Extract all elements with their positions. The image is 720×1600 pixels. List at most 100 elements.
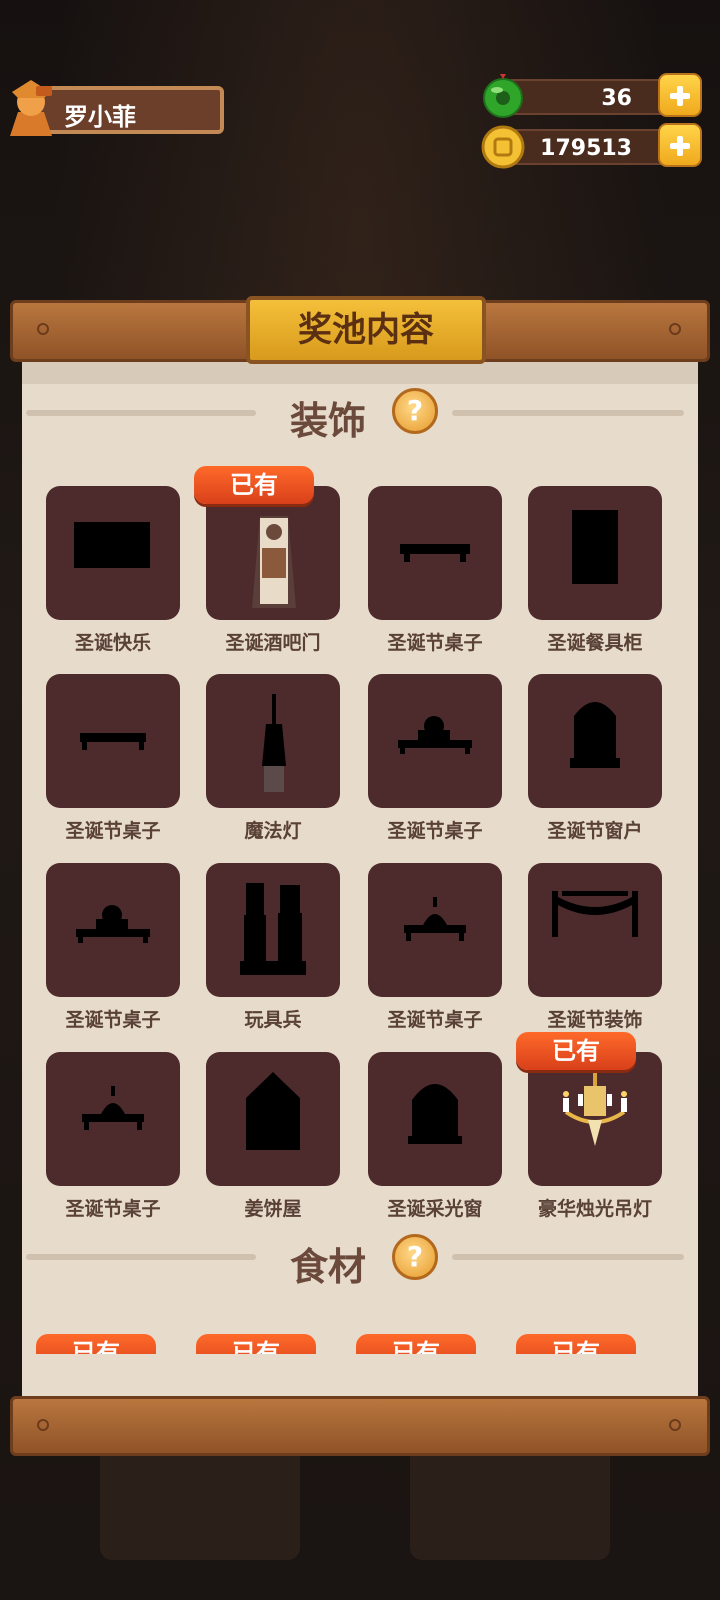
- item-label: 圣诞节桌子: [65, 820, 161, 842]
- divider: [452, 1254, 684, 1260]
- divider: [26, 410, 256, 416]
- item-tile: [46, 1052, 180, 1186]
- coin-value: 179513: [540, 136, 632, 161]
- item-tile: [206, 1052, 340, 1186]
- prize-item[interactable]: 圣诞餐具柜: [528, 486, 662, 656]
- section-title-decor: 装饰: [290, 399, 367, 443]
- item-tile: [46, 486, 180, 620]
- item-tile: [206, 674, 340, 808]
- item-label: 姜饼屋: [244, 1198, 302, 1220]
- item-label: 圣诞节装饰: [547, 1009, 643, 1031]
- toy-soldier-icon: [240, 883, 306, 975]
- item-label: 豪华烛光吊灯: [537, 1198, 652, 1220]
- prize-item[interactable]: 已有 豪华烛光吊灯: [516, 1032, 662, 1222]
- help-icon[interactable]: ?: [392, 1234, 438, 1280]
- nail-icon: [669, 1419, 681, 1431]
- item-tile: [528, 674, 662, 808]
- avatar[interactable]: [6, 78, 56, 136]
- prize-item[interactable]: 圣诞节桌子: [46, 863, 180, 1033]
- prize-item[interactable]: 圣诞采光窗: [368, 1052, 502, 1222]
- owned-badge: 已有: [516, 1032, 636, 1070]
- table-with-bell-icon: [404, 897, 466, 941]
- draw-ten-button-bg: [410, 1440, 610, 1560]
- item-tile: [46, 674, 180, 808]
- item-label: 圣诞酒吧门: [225, 632, 321, 654]
- prize-item[interactable]: 圣诞节桌子: [368, 486, 502, 656]
- owned-badge-text: 已有: [36, 1334, 156, 1354]
- chandelier-icon: [563, 1072, 627, 1146]
- gem-counter: 36: [480, 73, 702, 118]
- item-label: 圣诞节桌子: [65, 1198, 161, 1220]
- section-food-header: 食材 ?: [22, 1226, 698, 1289]
- prize-item[interactable]: 圣诞快乐: [46, 486, 180, 656]
- panel-bottom-board[interactable]: [10, 1396, 710, 1456]
- nail-icon: [37, 1419, 49, 1431]
- arched-window-icon: [408, 1084, 462, 1144]
- prize-item[interactable]: 圣诞节装饰: [528, 863, 662, 1033]
- sign-icon: [74, 522, 150, 568]
- owned-badge-partial: 已有: [36, 1334, 156, 1354]
- window-icon: [570, 702, 620, 768]
- prize-pool-panel[interactable]: 装饰 ? 圣诞快乐 已有 圣诞酒吧门 圣诞节桌子 圣诞餐具柜 圣诞节桌子 魔法灯…: [22, 360, 698, 1396]
- player-name: 罗小菲: [64, 103, 136, 131]
- table-icon: [400, 544, 470, 562]
- panel-title: 奖池内容: [298, 310, 434, 350]
- gem-bar: 36: [504, 79, 674, 115]
- section-decor-header: 装饰 ?: [22, 382, 698, 443]
- item-label: 圣诞节桌子: [65, 1009, 161, 1031]
- item-label: 魔法灯: [244, 820, 302, 842]
- item-label: 圣诞节窗户: [547, 820, 643, 842]
- prize-item[interactable]: 圣诞节桌子: [368, 674, 502, 844]
- prize-item[interactable]: 圣诞节窗户: [528, 674, 662, 844]
- magic-lamp-icon: [262, 694, 286, 792]
- nail-icon: [37, 323, 49, 335]
- gingerbread-house-icon: [246, 1072, 300, 1150]
- panel-title-plaque: 奖池内容: [246, 296, 486, 364]
- owned-badge-text: 已有: [196, 1334, 316, 1354]
- item-tile: [368, 486, 502, 620]
- item-label: 圣诞节桌子: [387, 1009, 483, 1031]
- add-gems-button[interactable]: [658, 73, 702, 117]
- prize-item[interactable]: 圣诞节桌子: [46, 674, 180, 844]
- section-title-food: 食材: [290, 1245, 367, 1289]
- table-with-bell-icon: [82, 1086, 144, 1130]
- owned-badge-text: 已有: [516, 1334, 636, 1354]
- jade-gem-icon: [483, 74, 523, 118]
- owned-badge-text: 已有: [356, 1334, 476, 1354]
- owned-badge: 已有: [194, 466, 314, 504]
- add-coins-button[interactable]: [658, 123, 702, 167]
- table-with-teapot-icon: [76, 905, 150, 943]
- nail-icon: [669, 323, 681, 335]
- item-label: 圣诞采光窗: [387, 1198, 483, 1220]
- prize-item[interactable]: 姜饼屋: [206, 1052, 340, 1222]
- divider: [452, 410, 684, 416]
- item-label: 圣诞快乐: [74, 632, 151, 654]
- item-tile: [528, 863, 662, 997]
- item-label: 圣诞节桌子: [387, 820, 483, 842]
- coin-counter: 179513: [480, 123, 702, 169]
- prize-item[interactable]: 圣诞节桌子: [46, 1052, 180, 1222]
- draw-once-button-bg: [100, 1440, 300, 1560]
- item-tile: [46, 863, 180, 997]
- bar-door-icon: [252, 516, 296, 608]
- owned-badge-partial: 已有: [516, 1334, 636, 1354]
- owned-badge-partial: 已有: [196, 1334, 316, 1354]
- player-name-box: 罗小菲: [36, 86, 224, 134]
- prize-item[interactable]: 已有 圣诞酒吧门: [194, 466, 340, 656]
- owned-badge-partial: 已有: [356, 1334, 476, 1354]
- coin-bar: 179513: [504, 129, 674, 165]
- item-tile: [368, 863, 502, 997]
- player-info[interactable]: 罗小菲: [6, 78, 226, 138]
- garland-icon: [552, 891, 638, 937]
- item-tile: [528, 486, 662, 620]
- item-label: 圣诞节桌子: [387, 632, 483, 654]
- item-tile: [368, 674, 502, 808]
- prize-item[interactable]: 玩具兵: [206, 863, 340, 1033]
- cabinet-icon: [572, 510, 618, 584]
- table-icon: [80, 733, 146, 750]
- item-tile: [206, 486, 340, 620]
- divider: [26, 1254, 256, 1260]
- prize-item[interactable]: 魔法灯: [206, 674, 340, 844]
- prize-item[interactable]: 圣诞节桌子: [368, 863, 502, 1033]
- help-icon[interactable]: ?: [392, 388, 438, 434]
